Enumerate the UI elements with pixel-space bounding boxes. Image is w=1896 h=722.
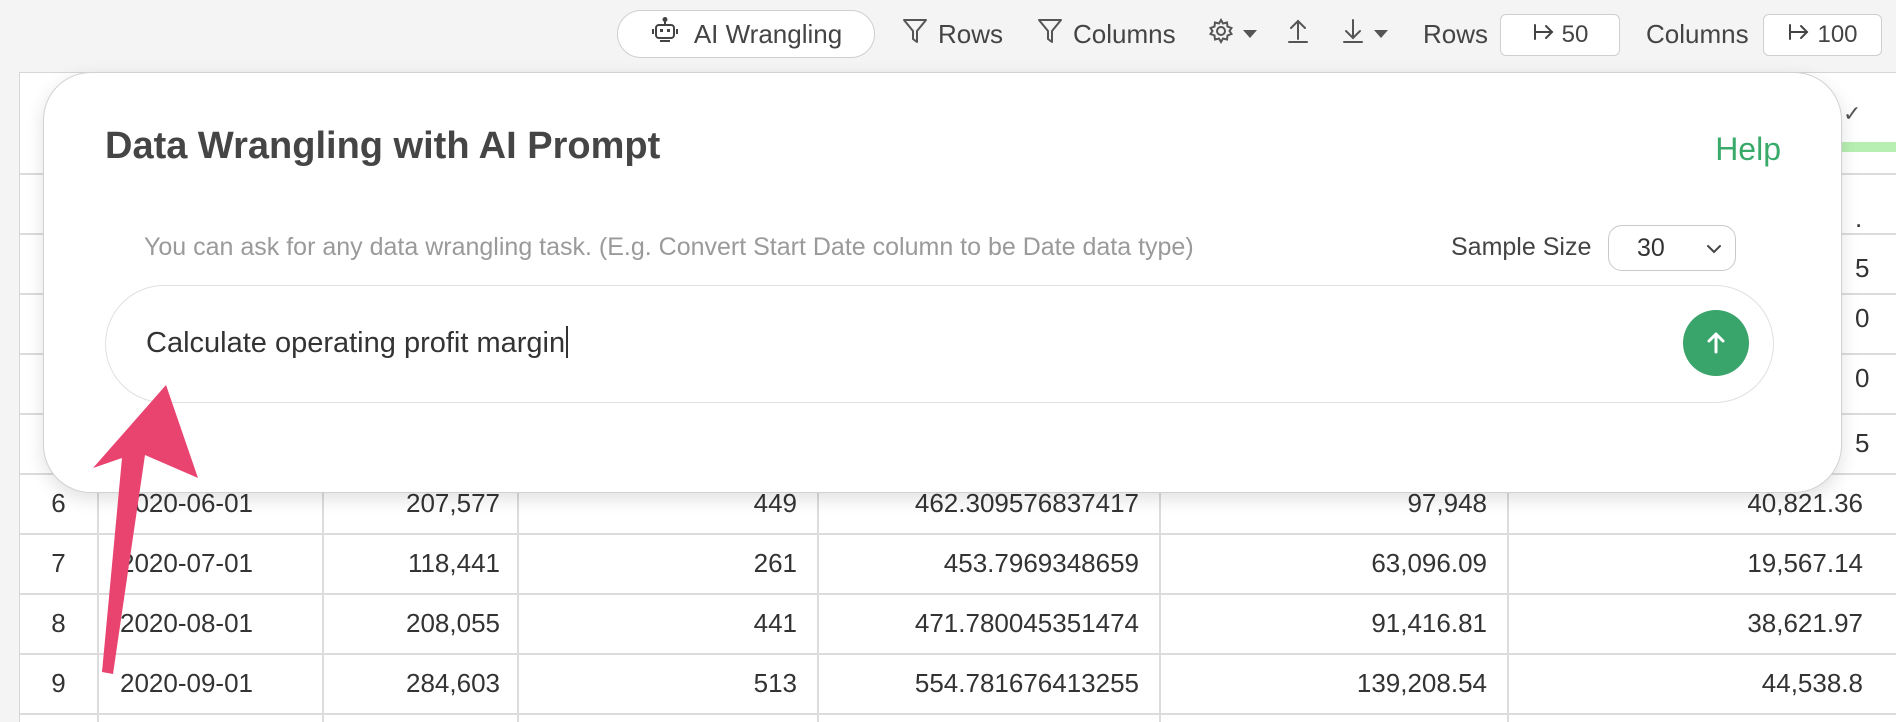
chevron-down-icon: [1243, 30, 1257, 38]
cell-fragment: 5: [1855, 253, 1870, 283]
upload-icon: [1285, 17, 1311, 52]
prompt-hint: You can ask for any data wrangling task.…: [144, 233, 1194, 261]
number-cell[interactable]: 139,208.54: [1159, 653, 1487, 713]
chevron-down-icon: [1707, 245, 1721, 254]
limit-arrow-icon: [1787, 21, 1811, 49]
rows-filter-label: Rows: [938, 18, 1004, 49]
columns-filter-label: Columns: [1073, 18, 1176, 49]
number-cell[interactable]: 91,416.81: [1159, 593, 1487, 653]
rows-count-input[interactable]: 50: [1500, 14, 1620, 56]
sample-size-label: Sample Size: [1451, 233, 1592, 261]
number-cell[interactable]: 513: [517, 653, 797, 713]
number-cell[interactable]: 208,055: [322, 593, 500, 653]
number-cell[interactable]: 453.7969348659: [817, 533, 1139, 593]
ai-wrangling-label: AI Wrangling: [693, 18, 843, 49]
limit-arrow-icon: [1532, 21, 1556, 49]
sample-size-select[interactable]: 30: [1608, 225, 1736, 271]
columns-count-input[interactable]: 100: [1763, 14, 1882, 56]
text-cursor: [566, 326, 569, 358]
help-link[interactable]: Help: [1715, 131, 1781, 168]
prompt-input[interactable]: Calculate operating profit margin: [105, 285, 1774, 403]
row-number: 8: [51, 607, 66, 638]
date-cell[interactable]: 2020-08-01: [120, 593, 320, 653]
chevron-down-icon: [1374, 30, 1388, 38]
rows-count-value: 50: [1561, 21, 1589, 48]
grid-line: [20, 713, 1896, 715]
table-row[interactable]: 8 2020-08-01 208,055 441 471.78004535147…: [20, 593, 1896, 653]
date-cell[interactable]: 2020-07-01: [120, 533, 320, 593]
filter-icon: [902, 17, 928, 52]
sample-size-value: 30: [1637, 233, 1665, 262]
prompt-text-wrap: Calculate operating profit margin: [146, 326, 569, 360]
number-cell[interactable]: 284,603: [322, 653, 500, 713]
row-number: 7: [51, 547, 66, 578]
ai-wrangling-button[interactable]: AI Wrangling: [617, 10, 875, 58]
columns-filter-button[interactable]: Columns: [1037, 10, 1176, 58]
download-dropdown-button[interactable]: [1340, 10, 1388, 58]
row-number: 9: [51, 667, 66, 698]
number-cell[interactable]: 19,567.14: [1507, 533, 1863, 593]
robot-icon: [650, 16, 680, 53]
cell-fragment: 0: [1855, 363, 1870, 393]
send-button[interactable]: [1683, 310, 1749, 376]
table-row[interactable]: 9 2020-09-01 284,603 513 554.78167641325…: [20, 653, 1896, 713]
number-cell[interactable]: 441: [517, 593, 797, 653]
number-cell[interactable]: 261: [517, 533, 797, 593]
cell-fragment: 5: [1855, 428, 1870, 458]
download-icon: [1340, 17, 1366, 52]
cell-fragment: 0: [1855, 303, 1870, 333]
number-cell[interactable]: 118,441: [322, 533, 500, 593]
prompt-value: Calculate operating profit margin: [146, 327, 566, 359]
app-root: AI Wrangling Rows Columns Rows 50 Column…: [0, 0, 1896, 722]
cell-fragment: .: [1855, 203, 1863, 233]
number-cell[interactable]: 38,621.97: [1507, 593, 1863, 653]
rows-filter-button[interactable]: Rows: [902, 10, 1003, 58]
number-cell[interactable]: 44,538.8: [1507, 653, 1863, 713]
upload-button[interactable]: [1285, 10, 1311, 58]
number-cell[interactable]: 554.781676413255: [817, 653, 1139, 713]
ai-prompt-dialog: Data Wrangling with AI Prompt Help You c…: [43, 72, 1842, 493]
number-cell[interactable]: 471.780045351474: [817, 593, 1139, 653]
toolbar: AI Wrangling Rows Columns Rows 50 Column…: [0, 0, 1896, 70]
columns-count-value: 100: [1817, 21, 1858, 48]
number-cell[interactable]: 63,096.09: [1159, 533, 1487, 593]
dialog-title: Data Wrangling with AI Prompt: [105, 125, 661, 167]
arrow-up-icon: [1707, 332, 1725, 354]
gear-icon: [1207, 17, 1235, 52]
settings-dropdown-button[interactable]: [1207, 10, 1257, 58]
rows-count-label: Rows: [1423, 18, 1489, 49]
columns-count-label: Columns: [1646, 18, 1749, 49]
date-cell[interactable]: 2020-09-01: [120, 653, 320, 713]
table-row[interactable]: 7 2020-07-01 118,441 261 453.7969348659 …: [20, 533, 1896, 593]
filter-icon: [1037, 17, 1063, 52]
column-header-chevron-icon[interactable]: ✓: [1843, 101, 1861, 127]
